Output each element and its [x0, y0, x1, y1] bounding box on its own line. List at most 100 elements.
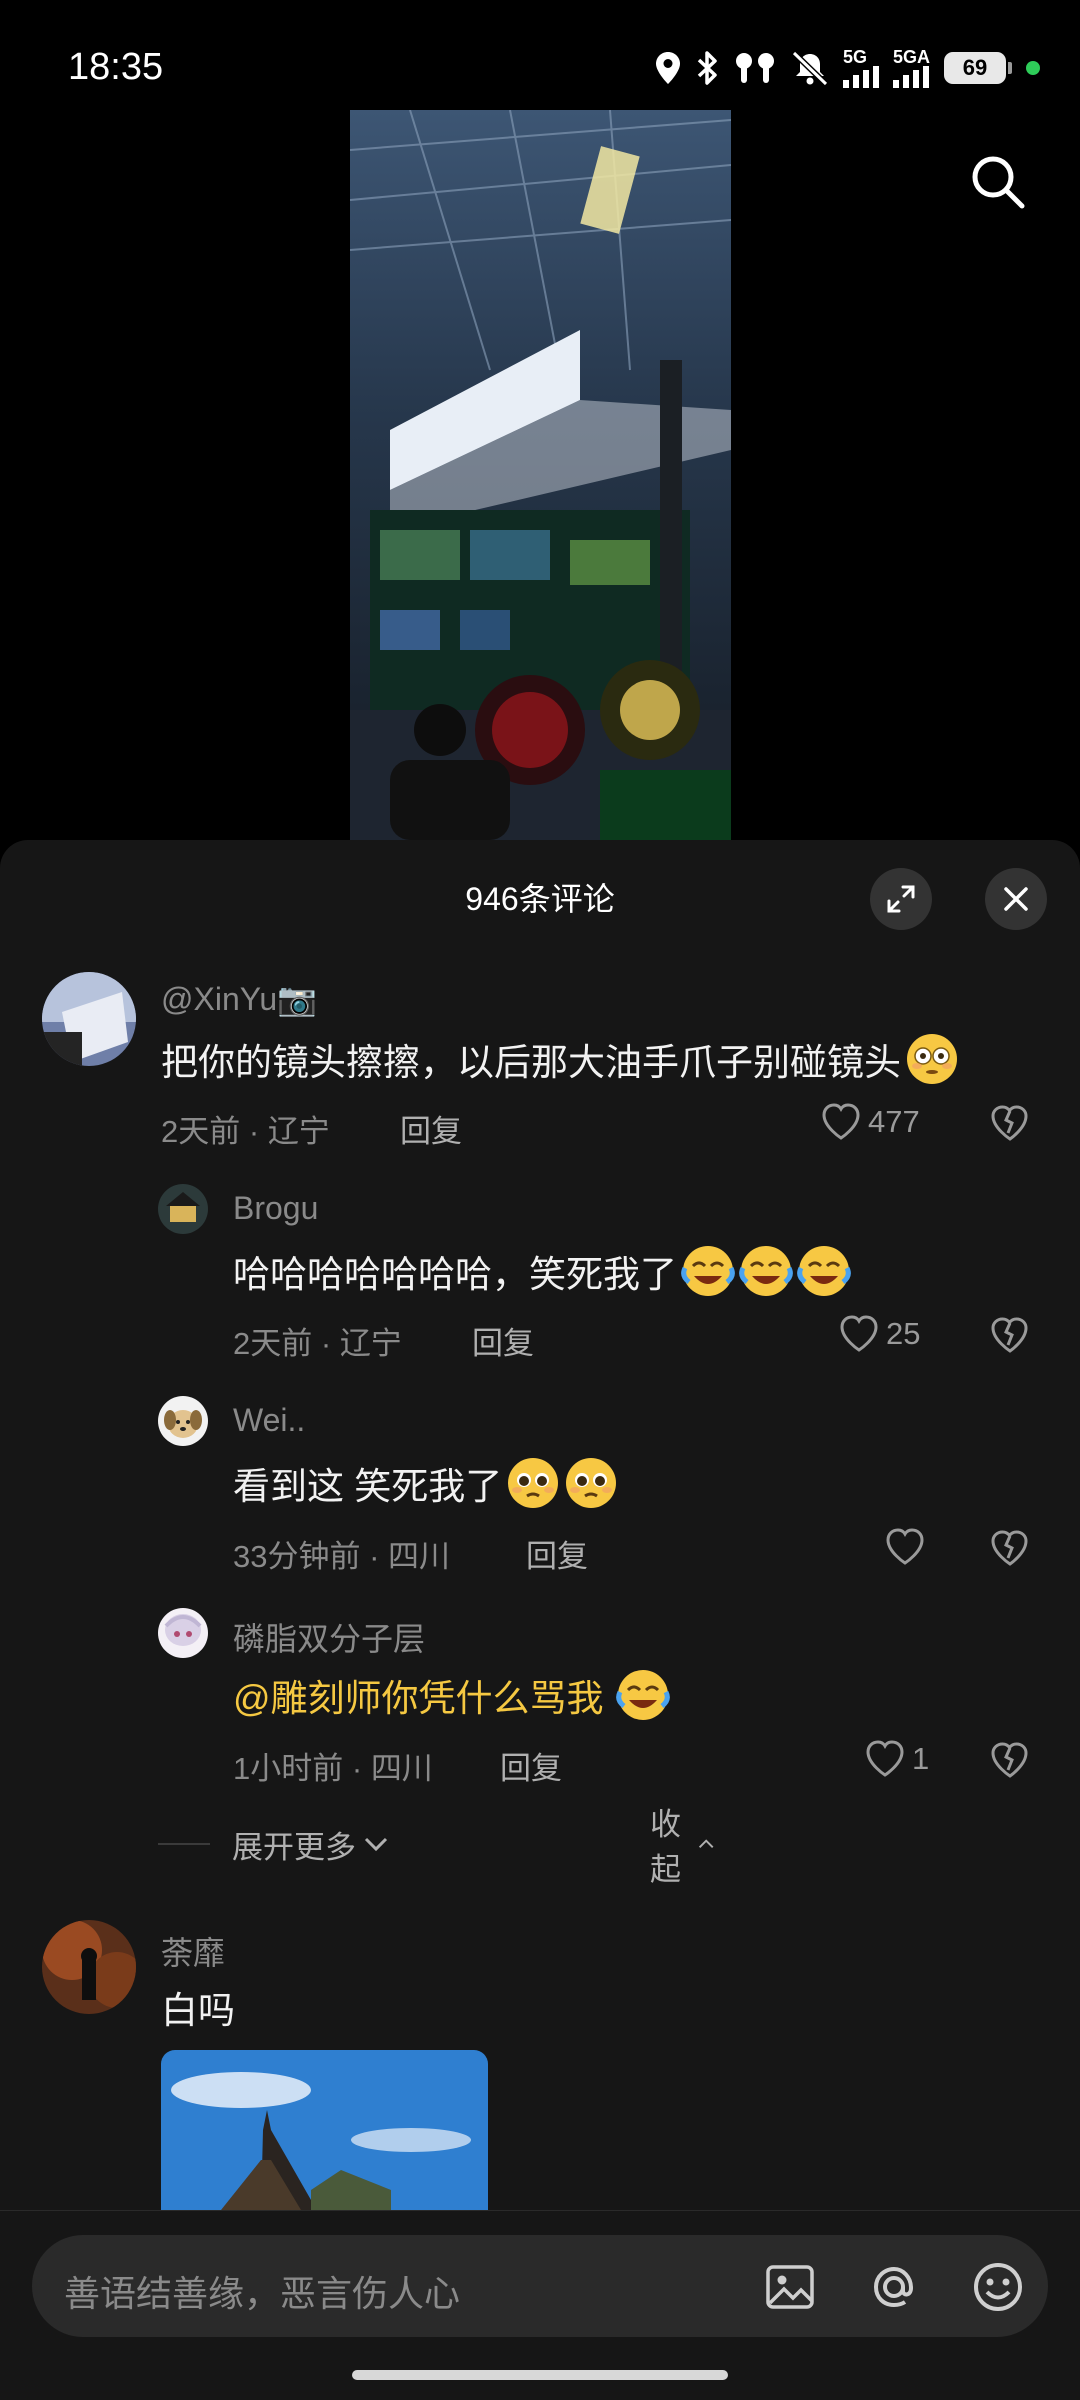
close-icon: [1004, 887, 1028, 911]
comment-input[interactable]: 善语结善缘，恶言伤人心: [32, 2235, 1048, 2337]
signal-2: 5GA: [892, 47, 930, 88]
mute-icon: [791, 50, 829, 86]
thread-divider: [158, 1843, 210, 1845]
like-button[interactable]: [884, 1527, 932, 1567]
pleading-face-emoji: [566, 1458, 617, 1508]
attached-photo: [161, 2050, 488, 2210]
avatar[interactable]: [42, 1920, 136, 2014]
comment-meta: 2天前 · 辽宁: [161, 1114, 330, 1149]
comment-text-content: 看到这 笑死我了: [233, 1466, 503, 1507]
video-player[interactable]: [350, 110, 731, 840]
at-icon[interactable]: [866, 2259, 922, 2315]
reply-button[interactable]: 回复: [472, 1318, 534, 1363]
heart-icon: [840, 1315, 878, 1352]
avatar[interactable]: [158, 1608, 208, 1658]
heart-icon: [866, 1740, 904, 1777]
signal-icon: [892, 66, 929, 88]
bluetooth-icon: [697, 51, 717, 85]
comment-username[interactable]: @XinYu📷: [161, 980, 317, 1018]
comment-text-content: 白吗: [161, 1990, 235, 2031]
dislike-icon[interactable]: [990, 1316, 1030, 1356]
reply-button[interactable]: 回复: [526, 1531, 588, 1576]
comment-input-placeholder: 善语结善缘，恶言伤人心: [64, 2273, 461, 2314]
dislike-icon[interactable]: [990, 1104, 1030, 1144]
heart-icon: [822, 1103, 860, 1140]
reply-button[interactable]: 回复: [400, 1106, 462, 1151]
avatar[interactable]: [42, 972, 136, 1066]
dislike-icon[interactable]: [990, 1529, 1030, 1569]
expand-more-label: 展开更多: [232, 1829, 356, 1865]
pleading-face-emoji: [508, 1458, 559, 1508]
comment-text-content: 哈哈哈哈哈哈哈，笑死我了: [233, 1254, 677, 1295]
reply-button[interactable]: 回复: [500, 1743, 562, 1788]
comment-time: 2天前: [233, 1326, 313, 1361]
comment-meta: 33分钟前 · 四川: [233, 1539, 451, 1574]
comment-location: 四川: [388, 1539, 451, 1574]
collapse-label: 收起: [650, 1807, 681, 1887]
signal-icon: [842, 66, 879, 88]
flushed-face-emoji: [907, 1034, 957, 1084]
video-frame: [350, 110, 731, 840]
avatar-image: [158, 1396, 208, 1446]
comment-username[interactable]: Wei..: [233, 1402, 305, 1439]
close-sheet-button[interactable]: [985, 868, 1047, 930]
image-icon[interactable]: [762, 2259, 818, 2315]
signal-1: 5G: [842, 47, 879, 88]
avatar-image: [158, 1184, 208, 1234]
expand-icon: [887, 885, 915, 913]
battery-level: 69: [962, 55, 988, 80]
earbuds-icon: [735, 53, 774, 83]
chevron-down-icon: [364, 1837, 388, 1852]
dislike-icon[interactable]: [990, 1741, 1030, 1781]
comment-mention-text[interactable]: @雕刻师你凭什么骂我: [233, 1668, 604, 1722]
laughing-crying-face-emoji: [681, 1246, 735, 1296]
laughing-crying-face-emoji: [797, 1246, 851, 1296]
laughing-crying-face-emoji: [739, 1246, 793, 1296]
comment-time: 33分钟前: [233, 1539, 361, 1574]
comment-meta: 1小时前 · 四川: [233, 1751, 433, 1786]
like-count: 1: [912, 1741, 930, 1776]
comment-text: 白吗: [161, 1980, 235, 2034]
signal-2-label: 5GA: [892, 47, 930, 67]
heart-icon: [886, 1528, 924, 1565]
comment-text: 哈哈哈哈哈哈哈，笑死我了: [233, 1244, 851, 1298]
comment-meta: 2天前 · 辽宁: [233, 1326, 402, 1361]
comment-text-content: 把你的镜头擦擦，以后那大油手爪子别碰镜头: [161, 1042, 901, 1083]
avatar-image: [42, 1920, 136, 2014]
sheet-header: 946条评论: [0, 840, 1080, 950]
emoji-icon[interactable]: [970, 2259, 1026, 2315]
comment-text: 看到这 笑死我了: [233, 1456, 618, 1510]
like-button[interactable]: 1: [864, 1739, 929, 1779]
privacy-indicator: [1026, 61, 1040, 75]
like-button[interactable]: 25: [838, 1314, 920, 1354]
comment-username[interactable]: 磷脂双分子层: [233, 1614, 425, 1660]
expand-sheet-button[interactable]: [870, 868, 932, 930]
comment-time: 1小时前: [233, 1751, 344, 1786]
status-icons: 5G 5GA 69: [655, 48, 1040, 88]
battery-icon: 69: [944, 52, 1012, 84]
location-icon: [655, 52, 680, 84]
signal-1-label: 5G: [842, 47, 867, 67]
comment-text: @雕刻师你凭什么骂我: [233, 1668, 670, 1722]
thread-controls: 展开更多 收起: [158, 1807, 714, 1887]
comment-username[interactable]: 荼靡: [161, 1928, 225, 1974]
comment-username[interactable]: Brogu: [233, 1190, 318, 1227]
avatar[interactable]: [158, 1396, 208, 1446]
comment-location: 辽宁: [339, 1326, 402, 1361]
avatar[interactable]: [158, 1184, 208, 1234]
like-count: 25: [886, 1316, 921, 1351]
search-icon[interactable]: [966, 150, 1030, 214]
like-button[interactable]: 477: [820, 1102, 920, 1142]
chevron-up-icon: [698, 1839, 714, 1848]
comment-text: 把你的镜头擦擦，以后那大油手爪子别碰镜头: [161, 1032, 959, 1086]
comment-location: 辽宁: [267, 1114, 330, 1149]
like-count: 477: [868, 1104, 920, 1139]
comment-attached-image[interactable]: [161, 2050, 488, 2210]
home-indicator[interactable]: [352, 2370, 728, 2380]
expand-more-button[interactable]: 展开更多: [232, 1822, 390, 1867]
avatar-image: [158, 1608, 208, 1658]
collapse-button[interactable]: 收起: [650, 1799, 715, 1889]
avatar-image: [42, 972, 136, 1066]
comment-location: 四川: [370, 1751, 433, 1786]
comment-time: 2天前: [161, 1114, 241, 1149]
